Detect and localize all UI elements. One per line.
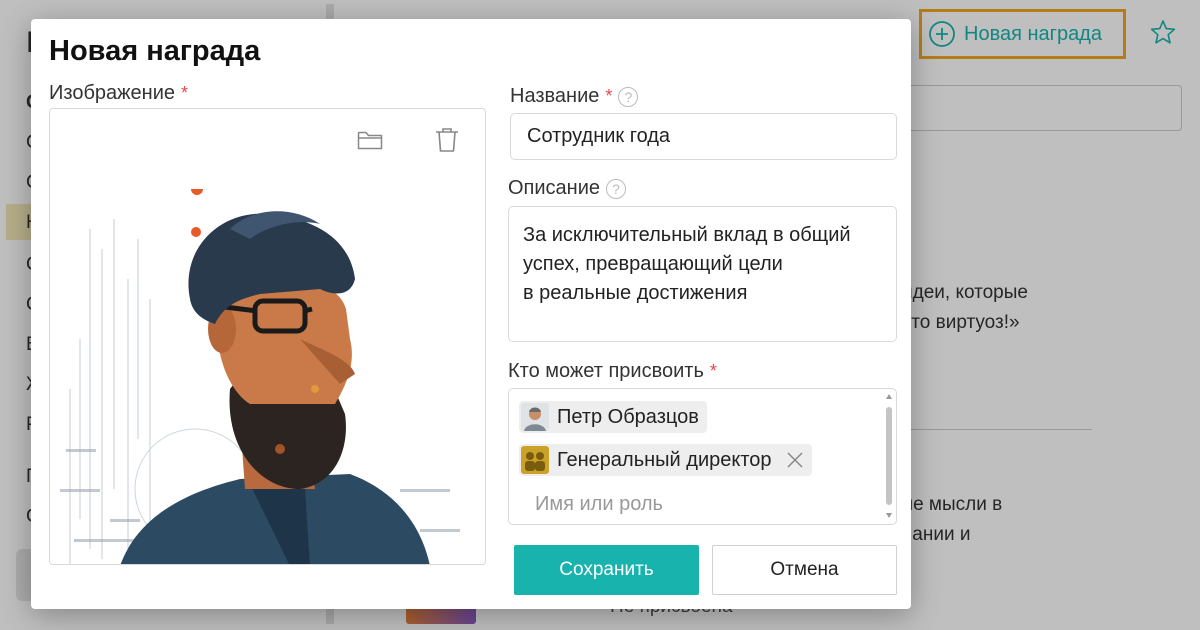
assign-field-label: Кто может присвоить * [508,360,717,383]
image-field-label: Изображение * [49,82,188,105]
assignee-chip-label: Петр Образцов [557,405,699,428]
required-mark: * [181,83,189,103]
scrollbar-thumb[interactable] [886,407,892,505]
assign-label-text: Кто может присвоить [508,360,704,382]
scroll-down-arrow[interactable] [886,513,892,518]
description-line: За исключительный вклад в общий [523,224,851,246]
role-group-icon [521,446,549,474]
save-button[interactable]: Сохранить [514,545,699,595]
image-upload-area[interactable] [49,108,486,565]
description-label-text: Описание [508,177,601,199]
scrollbar[interactable] [885,391,895,521]
assignee-chip[interactable]: Петр Образцов [519,401,707,433]
award-image-portrait [60,189,460,564]
folder-icon[interactable] [357,129,383,151]
scroll-up-arrow[interactable] [886,394,892,399]
required-mark: * [605,86,613,106]
help-icon[interactable]: ? [606,178,627,199]
help-icon[interactable]: ? [618,86,639,107]
description-line: успех, превращающий цели [523,253,783,275]
dialog-title: Новая награда [49,35,261,67]
new-award-dialog: Новая награда Изображение * Название * ?… [31,19,911,609]
name-field-label: Название * ? [510,85,639,108]
name-label-text: Название [510,85,600,107]
award-description-textarea[interactable]: За исключительный вклад в общий успех, п… [508,206,897,342]
assignee-chip[interactable]: Генеральный директор [519,444,812,476]
description-field-label: Описание ? [508,177,627,200]
assign-picker[interactable]: Петр Образцов Генеральный директор Имя и… [508,388,897,525]
cancel-button[interactable]: Отмена [712,545,897,595]
trash-icon[interactable] [435,127,459,153]
award-name-input[interactable]: Сотрудник года [510,113,897,160]
close-icon[interactable] [786,451,804,469]
image-label-text: Изображение [49,82,175,104]
required-mark: * [709,361,717,381]
assignee-chip-label: Генеральный директор [557,448,772,471]
assign-search-input[interactable]: Имя или роль [535,493,663,516]
person-avatar [521,403,549,431]
description-line: в реальные достижения [523,282,748,304]
